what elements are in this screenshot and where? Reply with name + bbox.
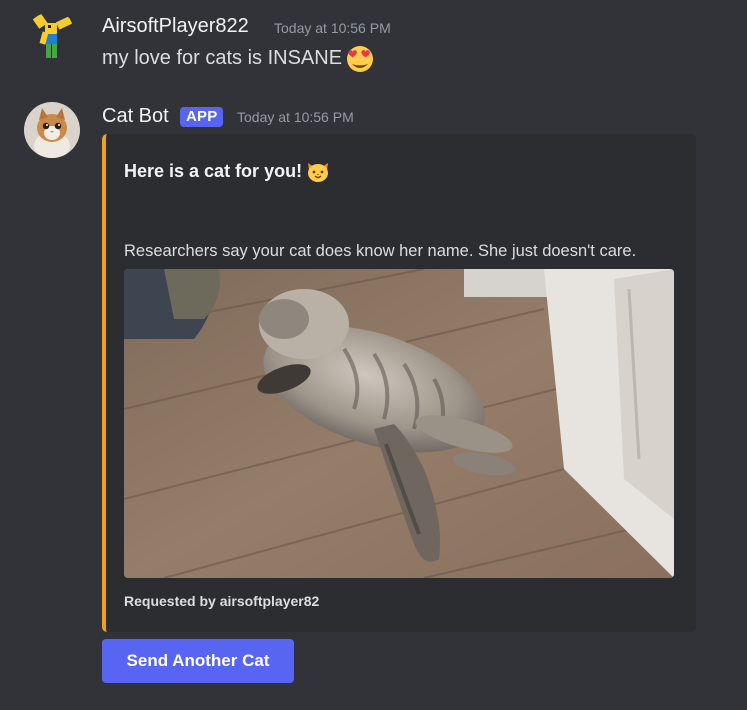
app-badge: APP: [180, 107, 224, 127]
embed-title: Here is a cat for you!: [124, 158, 331, 184]
cat-embed: Here is a cat for you! Researchers say y…: [102, 134, 696, 632]
send-another-cat-button[interactable]: Send Another Cat: [102, 639, 294, 683]
heart-eyes-emoji-icon[interactable]: [344, 42, 376, 74]
cat-face-emoji-icon[interactable]: [305, 158, 331, 184]
message-catbot: Cat Bot APP Today at 10:56 PM Here is a …: [0, 92, 747, 702]
message-text: my love for cats is INSANE: [102, 47, 343, 69]
message-content: my love for cats is INSANE: [102, 42, 376, 74]
embed-footer: Requested by airsoftplayer82: [124, 593, 320, 609]
cat-photo-image: [124, 269, 674, 578]
message-timestamp: Today at 10:56 PM: [237, 109, 354, 125]
message-airsoftplayer: AirsoftPlayer822 Today at 10:56 PM my lo…: [0, 0, 747, 90]
bot-username[interactable]: Cat Bot: [102, 104, 169, 128]
bot-avatar[interactable]: [24, 102, 80, 158]
roblox-dab-avatar-icon: [32, 13, 73, 58]
username[interactable]: AirsoftPlayer822: [102, 14, 249, 38]
cat-photo[interactable]: [124, 269, 674, 578]
kitten-avatar-icon: [24, 102, 80, 158]
embed-title-text: Here is a cat for you!: [124, 161, 303, 181]
chat-area: AirsoftPlayer822 Today at 10:56 PM my lo…: [0, 0, 747, 710]
user-avatar[interactable]: [24, 12, 80, 68]
embed-description: Researchers say your cat does know her n…: [124, 242, 637, 260]
message-timestamp: Today at 10:56 PM: [274, 20, 391, 36]
embed-description-wrapper: Researchers say your cat does know her n…: [124, 238, 664, 264]
